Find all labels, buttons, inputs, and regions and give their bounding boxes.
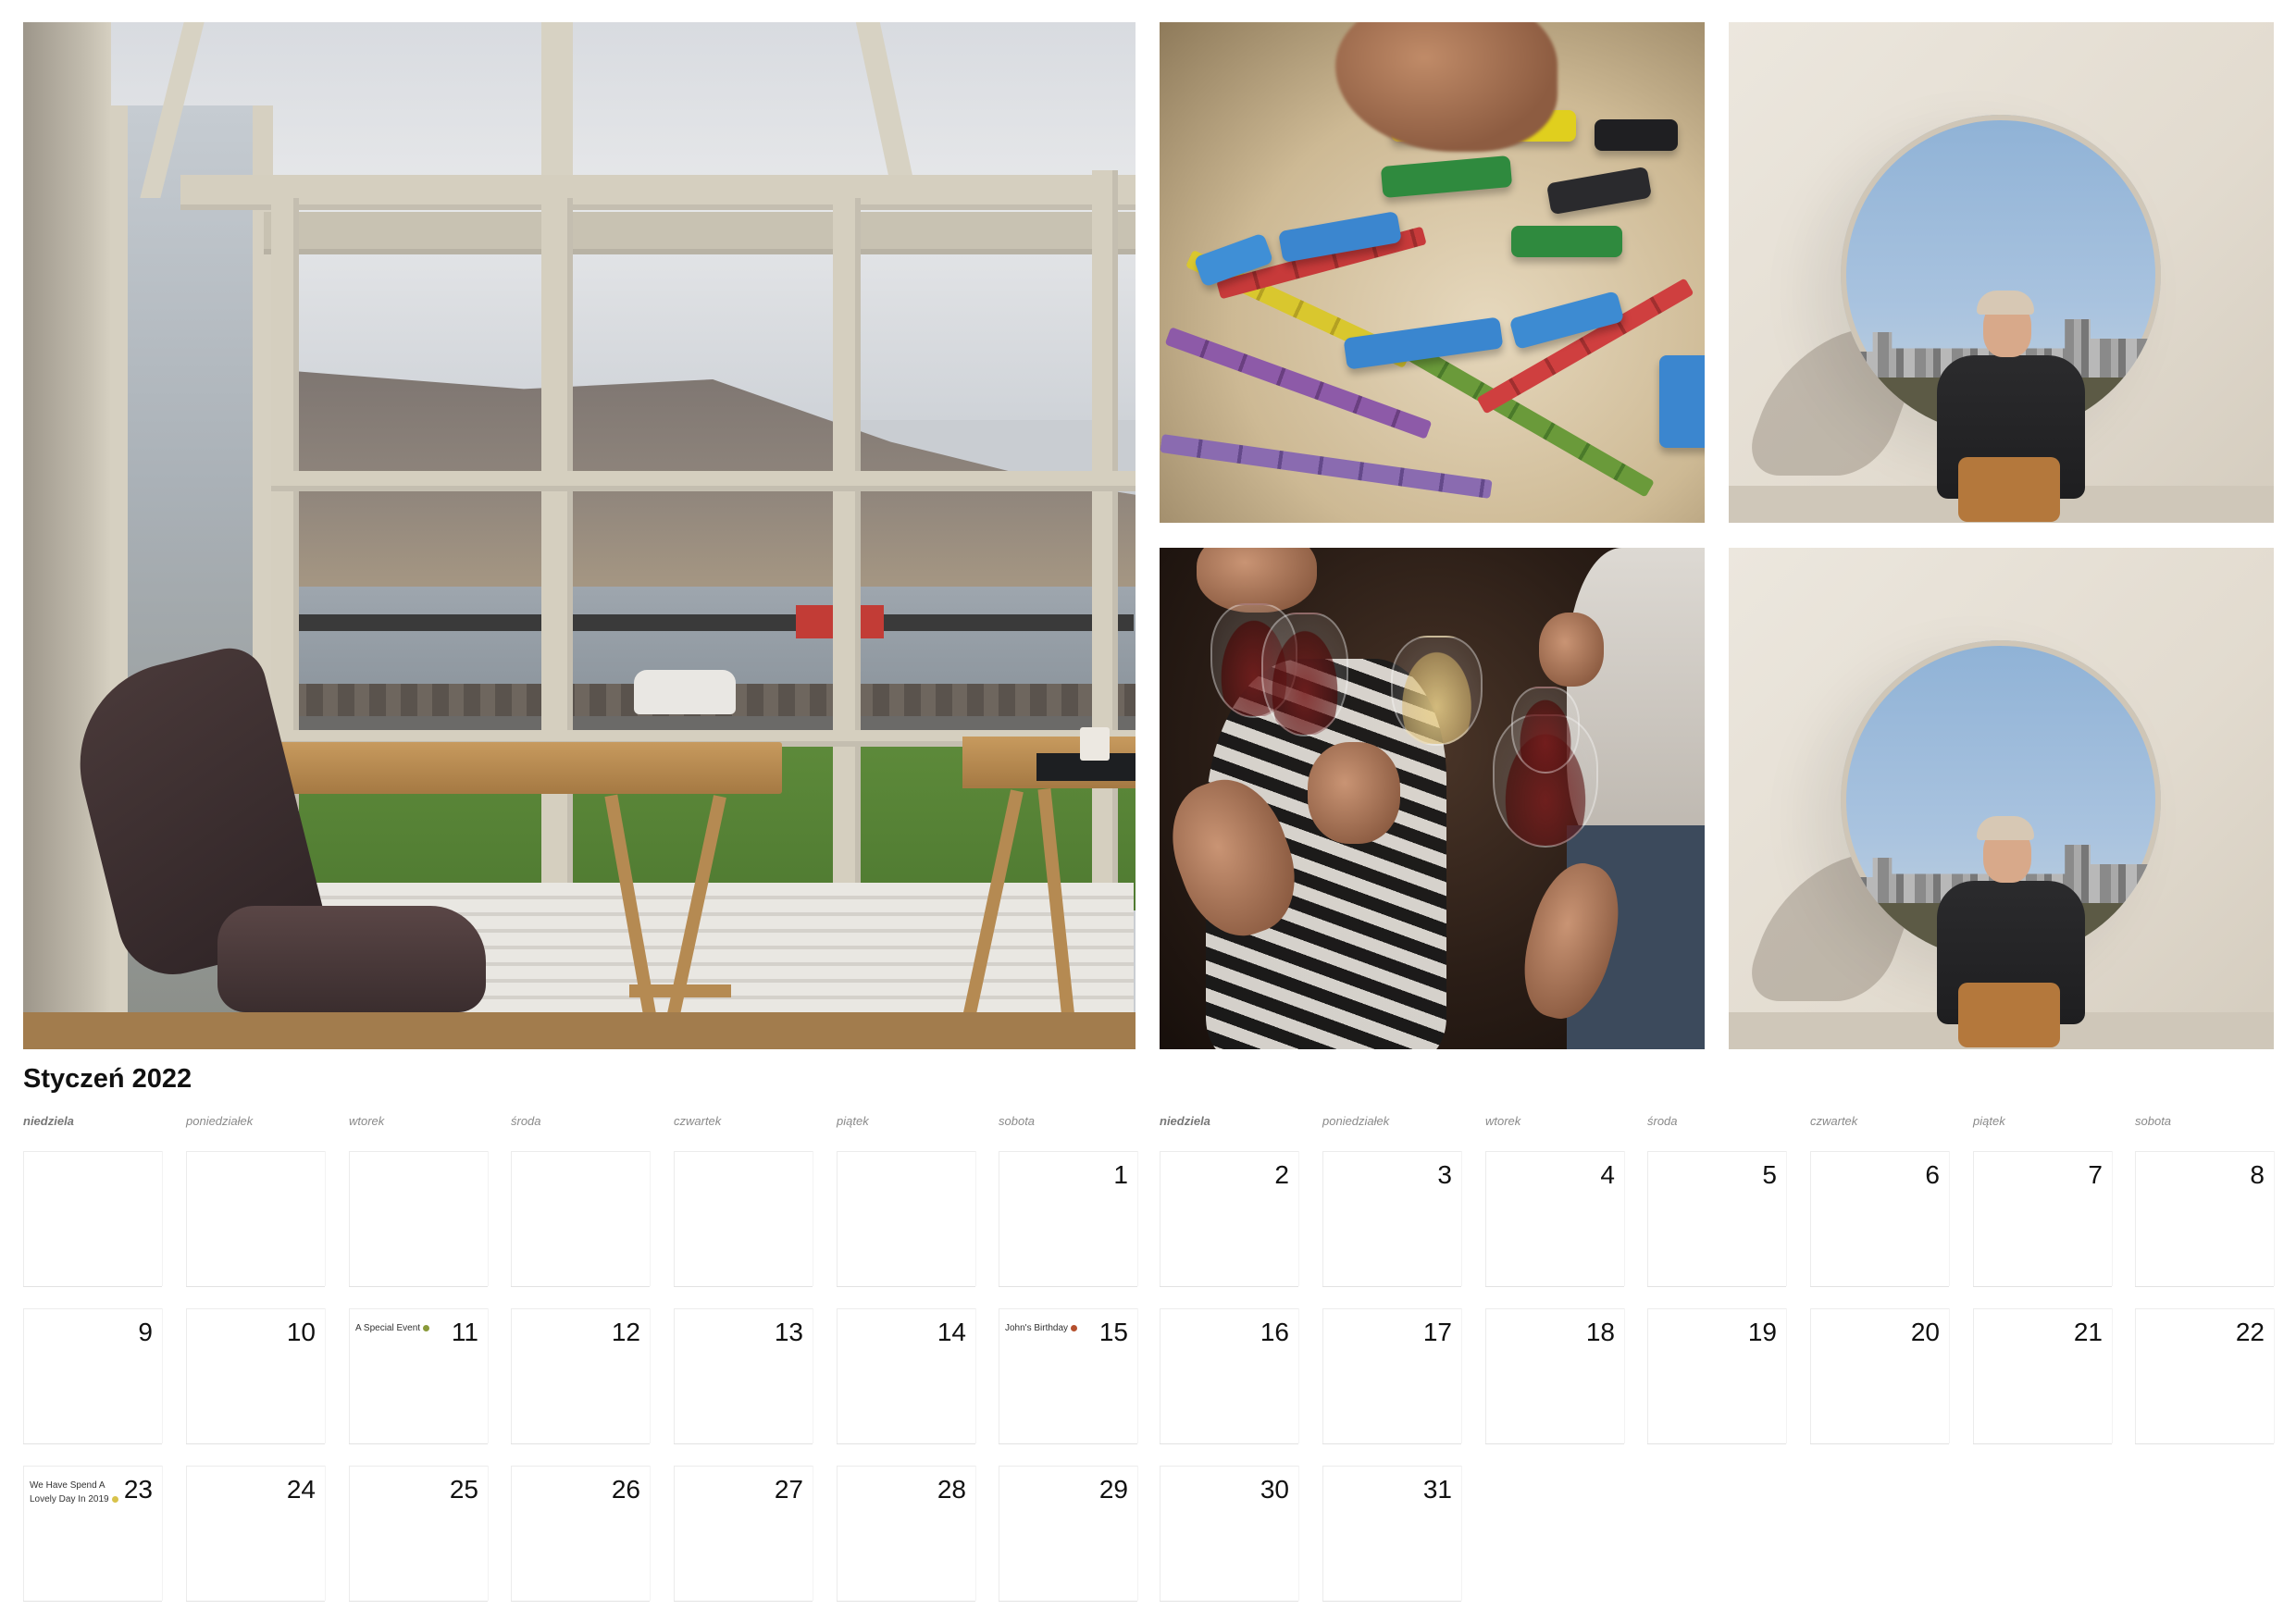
day-number: 24 [286, 1475, 316, 1504]
day-number: 5 [1762, 1160, 1777, 1189]
calendar-day-cell[interactable]: 22 [2135, 1308, 2274, 1443]
calendar-day-cell[interactable]: 18 [1485, 1308, 1624, 1443]
weekday-label: sobota [2135, 1114, 2172, 1128]
calendar-day-cell[interactable]: 29 [999, 1466, 1137, 1601]
event-text: We Have Spend A Lovely Day In 2019 [30, 1480, 109, 1504]
sunroom-fjord-photo [23, 22, 1136, 1049]
calendar-day-cell[interactable]: 10 [186, 1308, 325, 1443]
calendar-day-cell[interactable]: 1 [999, 1151, 1137, 1286]
day-number: 10 [286, 1318, 316, 1346]
day-number: 18 [1585, 1318, 1615, 1346]
day-number: 15 [1098, 1318, 1128, 1346]
weekday-label: wtorek [1485, 1114, 1521, 1128]
day-number: 6 [1925, 1160, 1940, 1189]
calendar-day-cell[interactable]: 15 John's Birthday [999, 1308, 1137, 1443]
calendar-day-cell[interactable]: 23 We Have Spend A Lovely Day In 2019 [23, 1466, 162, 1601]
day-number: 16 [1260, 1318, 1289, 1346]
day-number: 14 [937, 1318, 966, 1346]
day-number: 8 [2250, 1160, 2265, 1189]
leaf-icon [423, 1324, 430, 1331]
day-number: 9 [138, 1318, 153, 1346]
calendar-empty-cell[interactable] [23, 1151, 162, 1286]
calendar-day-cell[interactable]: 7 [1973, 1151, 2112, 1286]
weekday-label: czwartek [1810, 1114, 1858, 1128]
day-number: 2 [1274, 1160, 1289, 1189]
day-number: 12 [611, 1318, 640, 1346]
board-game-photo [1160, 22, 1705, 523]
calendar-day-cell[interactable]: 30 [1160, 1466, 1298, 1601]
calendar-day-cell[interactable]: 13 [674, 1308, 813, 1443]
calendar-title: Styczeń 2022 [23, 1064, 192, 1094]
weekday-label: piątek [837, 1114, 869, 1128]
weekday-label: piątek [1973, 1114, 2005, 1128]
calendar-day-cell[interactable]: 20 [1810, 1308, 1949, 1443]
circle-wall-portrait-photo [1729, 548, 2274, 1049]
weekday-label: wtorek [349, 1114, 385, 1128]
calendar-day-cell[interactable]: 16 [1160, 1308, 1298, 1443]
calendar-empty-cell[interactable] [837, 1151, 975, 1286]
day-number: 17 [1422, 1318, 1452, 1346]
weekday-label: środa [1647, 1114, 1678, 1128]
calendar-empty-cell[interactable] [186, 1151, 325, 1286]
day-number: 28 [937, 1475, 966, 1504]
calendar-day-cell[interactable]: 2 [1160, 1151, 1298, 1286]
calendar-day-cell[interactable]: 3 [1322, 1151, 1461, 1286]
wine-toast-photo [1160, 548, 1705, 1049]
calendar-day-cell[interactable]: 12 [511, 1308, 650, 1443]
calendar-empty-cell[interactable] [674, 1151, 813, 1286]
event-text: A Special Event [355, 1323, 421, 1333]
calendar-day-cell[interactable]: 28 [837, 1466, 975, 1601]
calendar-day-cell[interactable]: 31 [1322, 1466, 1461, 1601]
weekday-label: środa [511, 1114, 541, 1128]
event-label[interactable]: John's Birthday [1005, 1321, 1078, 1335]
calendar-day-cell[interactable]: 24 [186, 1466, 325, 1601]
event-label[interactable]: A Special Event [355, 1321, 430, 1335]
day-number: 4 [1600, 1160, 1615, 1189]
calendar-day-cell[interactable]: 27 [674, 1466, 813, 1601]
day-number: 23 [123, 1475, 153, 1504]
calendar-day-cell[interactable]: 17 [1322, 1308, 1461, 1443]
day-number: 11 [451, 1318, 478, 1346]
event-text: John's Birthday [1005, 1323, 1069, 1333]
calendar-day-cell[interactable]: 8 [2135, 1151, 2274, 1286]
weekday-label: czwartek [674, 1114, 722, 1128]
day-number: 31 [1422, 1475, 1452, 1504]
calendar-day-cell[interactable]: 26 [511, 1466, 650, 1601]
sparkle-icon [111, 1495, 118, 1503]
day-number: 30 [1260, 1475, 1289, 1504]
day-number: 27 [774, 1475, 803, 1504]
calendar-day-cell[interactable]: 21 [1973, 1308, 2112, 1443]
calendar-day-cell[interactable]: 19 [1647, 1308, 1786, 1443]
calendar-day-cell[interactable]: 25 [349, 1466, 488, 1601]
weekday-label: niedziela [1160, 1114, 1210, 1128]
calendar-day-cell[interactable]: 6 [1810, 1151, 1949, 1286]
day-number: 29 [1098, 1475, 1128, 1504]
weekday-label: poniedziałek [1322, 1114, 1390, 1128]
calendar-day-cell[interactable]: 11 A Special Event [349, 1308, 488, 1443]
calendar-day-cell[interactable]: 9 [23, 1308, 162, 1443]
calendar-day-cell[interactable]: 4 [1485, 1151, 1624, 1286]
day-number: 13 [774, 1318, 803, 1346]
weekday-label: niedziela [23, 1114, 74, 1128]
calendar-empty-cell[interactable] [349, 1151, 488, 1286]
day-number: 1 [1113, 1160, 1128, 1189]
calendar-empty-cell[interactable] [511, 1151, 650, 1286]
calendar-day-cell[interactable]: 14 [837, 1308, 975, 1443]
event-label[interactable]: We Have Spend A Lovely Day In 2019 [30, 1479, 122, 1506]
day-number: 20 [1910, 1318, 1940, 1346]
weekday-label: sobota [999, 1114, 1036, 1128]
day-number: 26 [611, 1475, 640, 1504]
circle-wall-portrait-photo [1729, 22, 2274, 523]
day-number: 21 [2073, 1318, 2103, 1346]
day-number: 3 [1437, 1160, 1452, 1189]
day-number: 19 [1747, 1318, 1777, 1346]
balloon-icon [1071, 1324, 1078, 1331]
weekday-label: poniedziałek [186, 1114, 254, 1128]
calendar-day-cell[interactable]: 5 [1647, 1151, 1786, 1286]
day-number: 25 [449, 1475, 478, 1504]
day-number: 7 [2088, 1160, 2103, 1189]
day-number: 22 [2235, 1318, 2265, 1346]
